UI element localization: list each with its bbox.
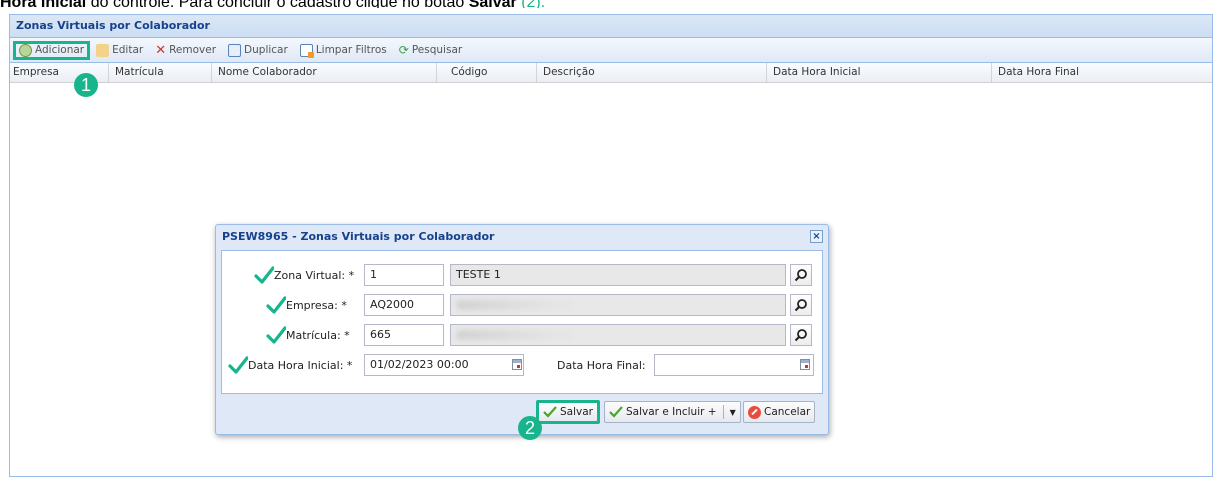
zona-lookup-button[interactable] [790, 264, 812, 286]
data-inicial-input[interactable]: 01/02/2023 00:00 [364, 354, 524, 376]
check-icon [254, 266, 274, 284]
grid-header: Empresa Matrícula Nome Colaborador Códig… [10, 63, 1212, 83]
chevron-down-icon[interactable]: ▼ [730, 408, 736, 417]
clear-filters-button[interactable]: Limpar Filtros [294, 42, 393, 59]
data-final-row: Data Hora Final: [557, 354, 646, 376]
data-inicial-row: Data Hora Inicial: * [228, 354, 352, 376]
save-button[interactable]: Salvar [536, 400, 600, 424]
empresa-input[interactable]: AQ2000 [364, 294, 444, 316]
step-marker-2: 2 [518, 416, 542, 440]
split-separator [722, 405, 724, 419]
edit-icon [96, 43, 110, 57]
empresa-lookup-button[interactable] [790, 294, 812, 316]
duplicate-icon [228, 43, 242, 57]
empresa-row: Empresa: * [266, 294, 347, 316]
check-icon [266, 296, 286, 314]
zona-input[interactable]: 1 [364, 264, 444, 286]
calendar-icon[interactable] [800, 359, 810, 370]
matricula-lookup-button[interactable] [790, 324, 812, 346]
col-data-hora-inicial[interactable]: Data Hora Inicial [767, 63, 992, 82]
step-marker-1: 1 [74, 73, 98, 97]
close-icon[interactable]: × [810, 230, 823, 243]
matricula-description [450, 324, 786, 346]
zona-label: Zona Virtual: * [274, 268, 355, 282]
remove-icon: ✕ [155, 42, 167, 58]
data-inicial-label: Data Hora Inicial: * [248, 358, 353, 372]
refresh-search-icon: ⟳ [398, 43, 409, 57]
search-icon [794, 329, 807, 342]
matricula-row: Matrícula: * [266, 324, 350, 346]
data-final-input[interactable] [654, 354, 814, 376]
search-icon [794, 269, 807, 282]
instruction-text: Hora Inicial do controle. Para concluir … [0, 0, 1213, 8]
check-icon [266, 326, 286, 344]
empresa-description [450, 294, 786, 316]
edit-button[interactable]: Editar [90, 42, 149, 59]
zone-dialog: PSEW8965 - Zonas Virtuais por Colaborado… [215, 224, 829, 435]
duplicate-button[interactable]: Duplicar [222, 42, 294, 59]
dialog-form: Zona Virtual: * 1 TESTE 1 Empresa: * AQ2… [221, 250, 823, 394]
calendar-icon[interactable] [512, 359, 522, 370]
redacted-text [456, 300, 606, 310]
matricula-input[interactable]: 665 [364, 324, 444, 346]
search-button[interactable]: ⟳ Pesquisar [393, 41, 468, 59]
zona-row: Zona Virtual: * [254, 264, 354, 286]
cancel-icon [748, 405, 761, 419]
toolbar: Adicionar Editar ✕ Remover Duplicar Limp… [10, 38, 1212, 63]
add-icon [19, 43, 32, 57]
matricula-label: Matrícula: * [286, 328, 350, 342]
check-icon [609, 406, 623, 418]
clear-filters-icon [299, 43, 314, 58]
check-icon [228, 356, 248, 374]
empresa-label: Empresa: * [286, 298, 347, 312]
col-codigo[interactable]: Código [437, 63, 537, 82]
cancel-button[interactable]: Cancelar [743, 401, 816, 423]
redacted-text [456, 330, 606, 340]
col-descricao[interactable]: Descrição [537, 63, 767, 82]
col-data-hora-final[interactable]: Data Hora Final [992, 63, 1212, 82]
check-icon [543, 406, 557, 418]
data-final-label: Data Hora Final: [557, 358, 646, 372]
col-nome-colaborador[interactable]: Nome Colaborador [212, 63, 437, 82]
search-icon [794, 299, 807, 312]
panel-title: Zonas Virtuais por Colaborador [10, 15, 1212, 38]
dialog-title: PSEW8965 - Zonas Virtuais por Colaborado… [216, 225, 828, 249]
remove-button[interactable]: ✕ Remover [149, 41, 222, 60]
add-button[interactable]: Adicionar [13, 40, 91, 60]
col-matricula[interactable]: Matrícula [109, 63, 212, 82]
save-include-button[interactable]: Salvar e Incluir + ▼ [604, 401, 741, 423]
zona-description: TESTE 1 [450, 264, 786, 286]
